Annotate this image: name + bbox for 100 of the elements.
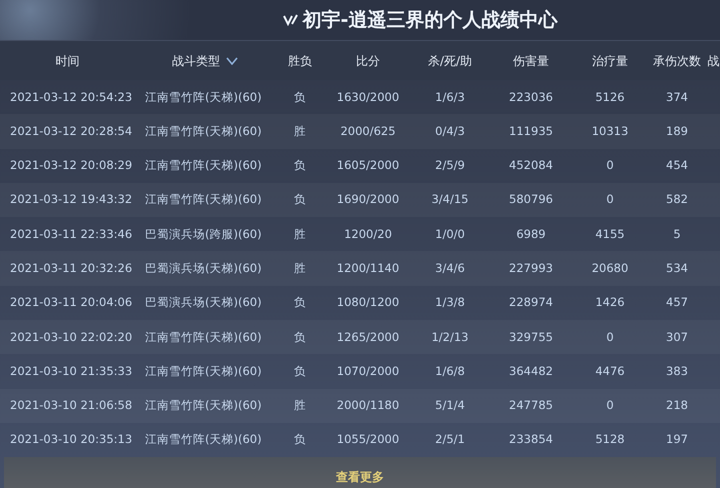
damage-cell: 580796: [509, 192, 553, 206]
hits-taken-cell: 374: [666, 90, 688, 104]
damage-cell: 228974: [509, 295, 553, 310]
hits-taken-cell: 218: [666, 398, 688, 412]
battle-type-cell: 巴蜀演兵场(天梯)(60): [145, 295, 262, 310]
battle-type-cell: 江南雪竹阵(天梯)(60): [145, 124, 262, 138]
damage-cell: 227993: [509, 261, 553, 275]
hits-taken-cell: 197: [666, 432, 688, 446]
time-cell: 2021-03-10 22:02:20: [10, 330, 132, 344]
kda-cell: 1/6/3: [435, 90, 465, 104]
score-cell: 1200/1140: [336, 261, 400, 275]
column-header: 比分: [356, 52, 380, 70]
battle-type-cell: 巴蜀演兵场(跨服)(60): [145, 226, 262, 241]
result-cell: 胜: [294, 226, 306, 241]
score-cell: 1690/2000: [336, 192, 400, 206]
healing-cell: 4155: [595, 226, 625, 241]
healing-cell: 0: [606, 158, 614, 172]
healing-cell: 5126: [595, 90, 625, 104]
time-cell: 2021-03-10 21:06:58: [10, 398, 132, 412]
kda-cell: 1/0/0: [435, 226, 465, 241]
kda-cell: 1/3/8: [435, 295, 465, 310]
time-cell: 2021-03-10 20:35:13: [10, 432, 132, 446]
time-cell: 2021-03-12 20:54:23: [10, 90, 132, 104]
hits-taken-cell: 457: [666, 295, 688, 310]
score-cell: 2000/1180: [336, 398, 400, 412]
column-header: 承伤次数: [653, 52, 701, 70]
column-header: 战斗类型: [172, 52, 220, 70]
time-cell: 2021-03-12 19:43:32: [10, 192, 132, 206]
hits-taken-cell: 307: [666, 330, 688, 344]
result-cell: 胜: [294, 261, 306, 275]
battle-type-cell: 江南雪竹阵(天梯)(60): [145, 432, 262, 446]
score-cell: 1605/2000: [336, 158, 400, 172]
kda-cell: 5/1/4: [435, 398, 465, 412]
score-cell: 1080/1200: [336, 295, 400, 310]
result-cell: 负: [294, 432, 306, 446]
damage-cell: 364482: [509, 364, 553, 378]
result-cell: 胜: [294, 124, 306, 138]
hits-taken-cell: 5: [673, 226, 681, 241]
kda-cell: 3/4/15: [431, 192, 468, 206]
healing-cell: 0: [606, 330, 614, 344]
time-cell: 2021-03-11 20:04:06: [10, 295, 132, 310]
result-cell: 负: [294, 158, 306, 172]
hits-taken-cell: 189: [666, 124, 688, 138]
page-title: 初宇-逍遥三界的个人战绩中心: [302, 8, 558, 33]
damage-cell: 247785: [509, 398, 553, 412]
damage-cell: 223036: [509, 90, 553, 104]
battle-type-cell: 江南雪竹阵(天梯)(60): [145, 330, 262, 344]
score-cell: 1055/2000: [336, 432, 400, 446]
column-header: 杀/死/助: [428, 52, 472, 70]
healing-cell: 10313: [592, 124, 628, 138]
healing-cell: 1426: [595, 295, 625, 310]
kda-cell: 3/4/6: [435, 261, 465, 275]
score-cell: 1265/2000: [336, 330, 400, 344]
result-cell: 负: [294, 90, 306, 104]
hits-taken-cell: 534: [666, 261, 688, 275]
hits-taken-cell: 383: [666, 364, 688, 378]
healing-cell: 4476: [595, 364, 625, 378]
time-cell: 2021-03-10 21:35:33: [10, 364, 132, 378]
score-cell: 1200/20: [344, 226, 392, 241]
kda-cell: 2/5/9: [435, 158, 465, 172]
kda-cell: 2/5/1: [435, 432, 465, 446]
battle-type-cell: 江南雪竹阵(天梯)(60): [145, 398, 262, 412]
filter-chevron-icon[interactable]: [226, 56, 238, 64]
damage-cell: 111935: [509, 124, 553, 138]
column-header: 时间: [56, 52, 80, 70]
column-header: 战: [708, 52, 720, 70]
healing-cell: 5128: [595, 432, 625, 446]
damage-cell: 233854: [509, 432, 553, 446]
result-cell: 负: [294, 364, 306, 378]
time-cell: 2021-03-11 20:32:26: [10, 261, 132, 275]
damage-cell: 329755: [509, 330, 553, 344]
damage-cell: 6989: [516, 226, 546, 241]
column-header: 伤害量: [513, 52, 549, 70]
score-cell: 1070/2000: [336, 364, 400, 378]
result-cell: 负: [294, 295, 306, 310]
kda-cell: 1/6/8: [435, 364, 465, 378]
column-header: 治疗量: [592, 52, 628, 70]
result-cell: 胜: [294, 398, 306, 412]
hits-taken-cell: 582: [666, 192, 688, 206]
battle-type-cell: 江南雪竹阵(天梯)(60): [145, 158, 262, 172]
score-cell: 1630/2000: [336, 90, 400, 104]
healing-cell: 0: [606, 398, 614, 412]
result-cell: 负: [294, 192, 306, 206]
kda-cell: 0/4/3: [435, 124, 465, 138]
time-cell: 2021-03-12 20:28:54: [10, 124, 132, 138]
battle-type-cell: 江南雪竹阵(天梯)(60): [145, 192, 262, 206]
healing-cell: 0: [606, 192, 614, 206]
damage-cell: 452084: [509, 158, 553, 172]
time-cell: 2021-03-12 20:08:29: [10, 158, 132, 172]
kda-cell: 1/2/13: [431, 330, 468, 344]
battle-type-cell: 江南雪竹阵(天梯)(60): [145, 364, 262, 378]
result-cell: 负: [294, 330, 306, 344]
time-cell: 2021-03-11 22:33:46: [10, 226, 132, 241]
view-more-button[interactable]: 查看更多: [330, 466, 390, 488]
battle-type-cell: 巴蜀演兵场(天梯)(60): [145, 261, 262, 275]
hits-taken-cell: 454: [666, 158, 688, 172]
healing-cell: 20680: [592, 261, 628, 275]
score-cell: 2000/625: [340, 124, 396, 138]
column-header: 胜负: [288, 52, 312, 70]
battle-type-cell: 江南雪竹阵(天梯)(60): [145, 90, 262, 104]
